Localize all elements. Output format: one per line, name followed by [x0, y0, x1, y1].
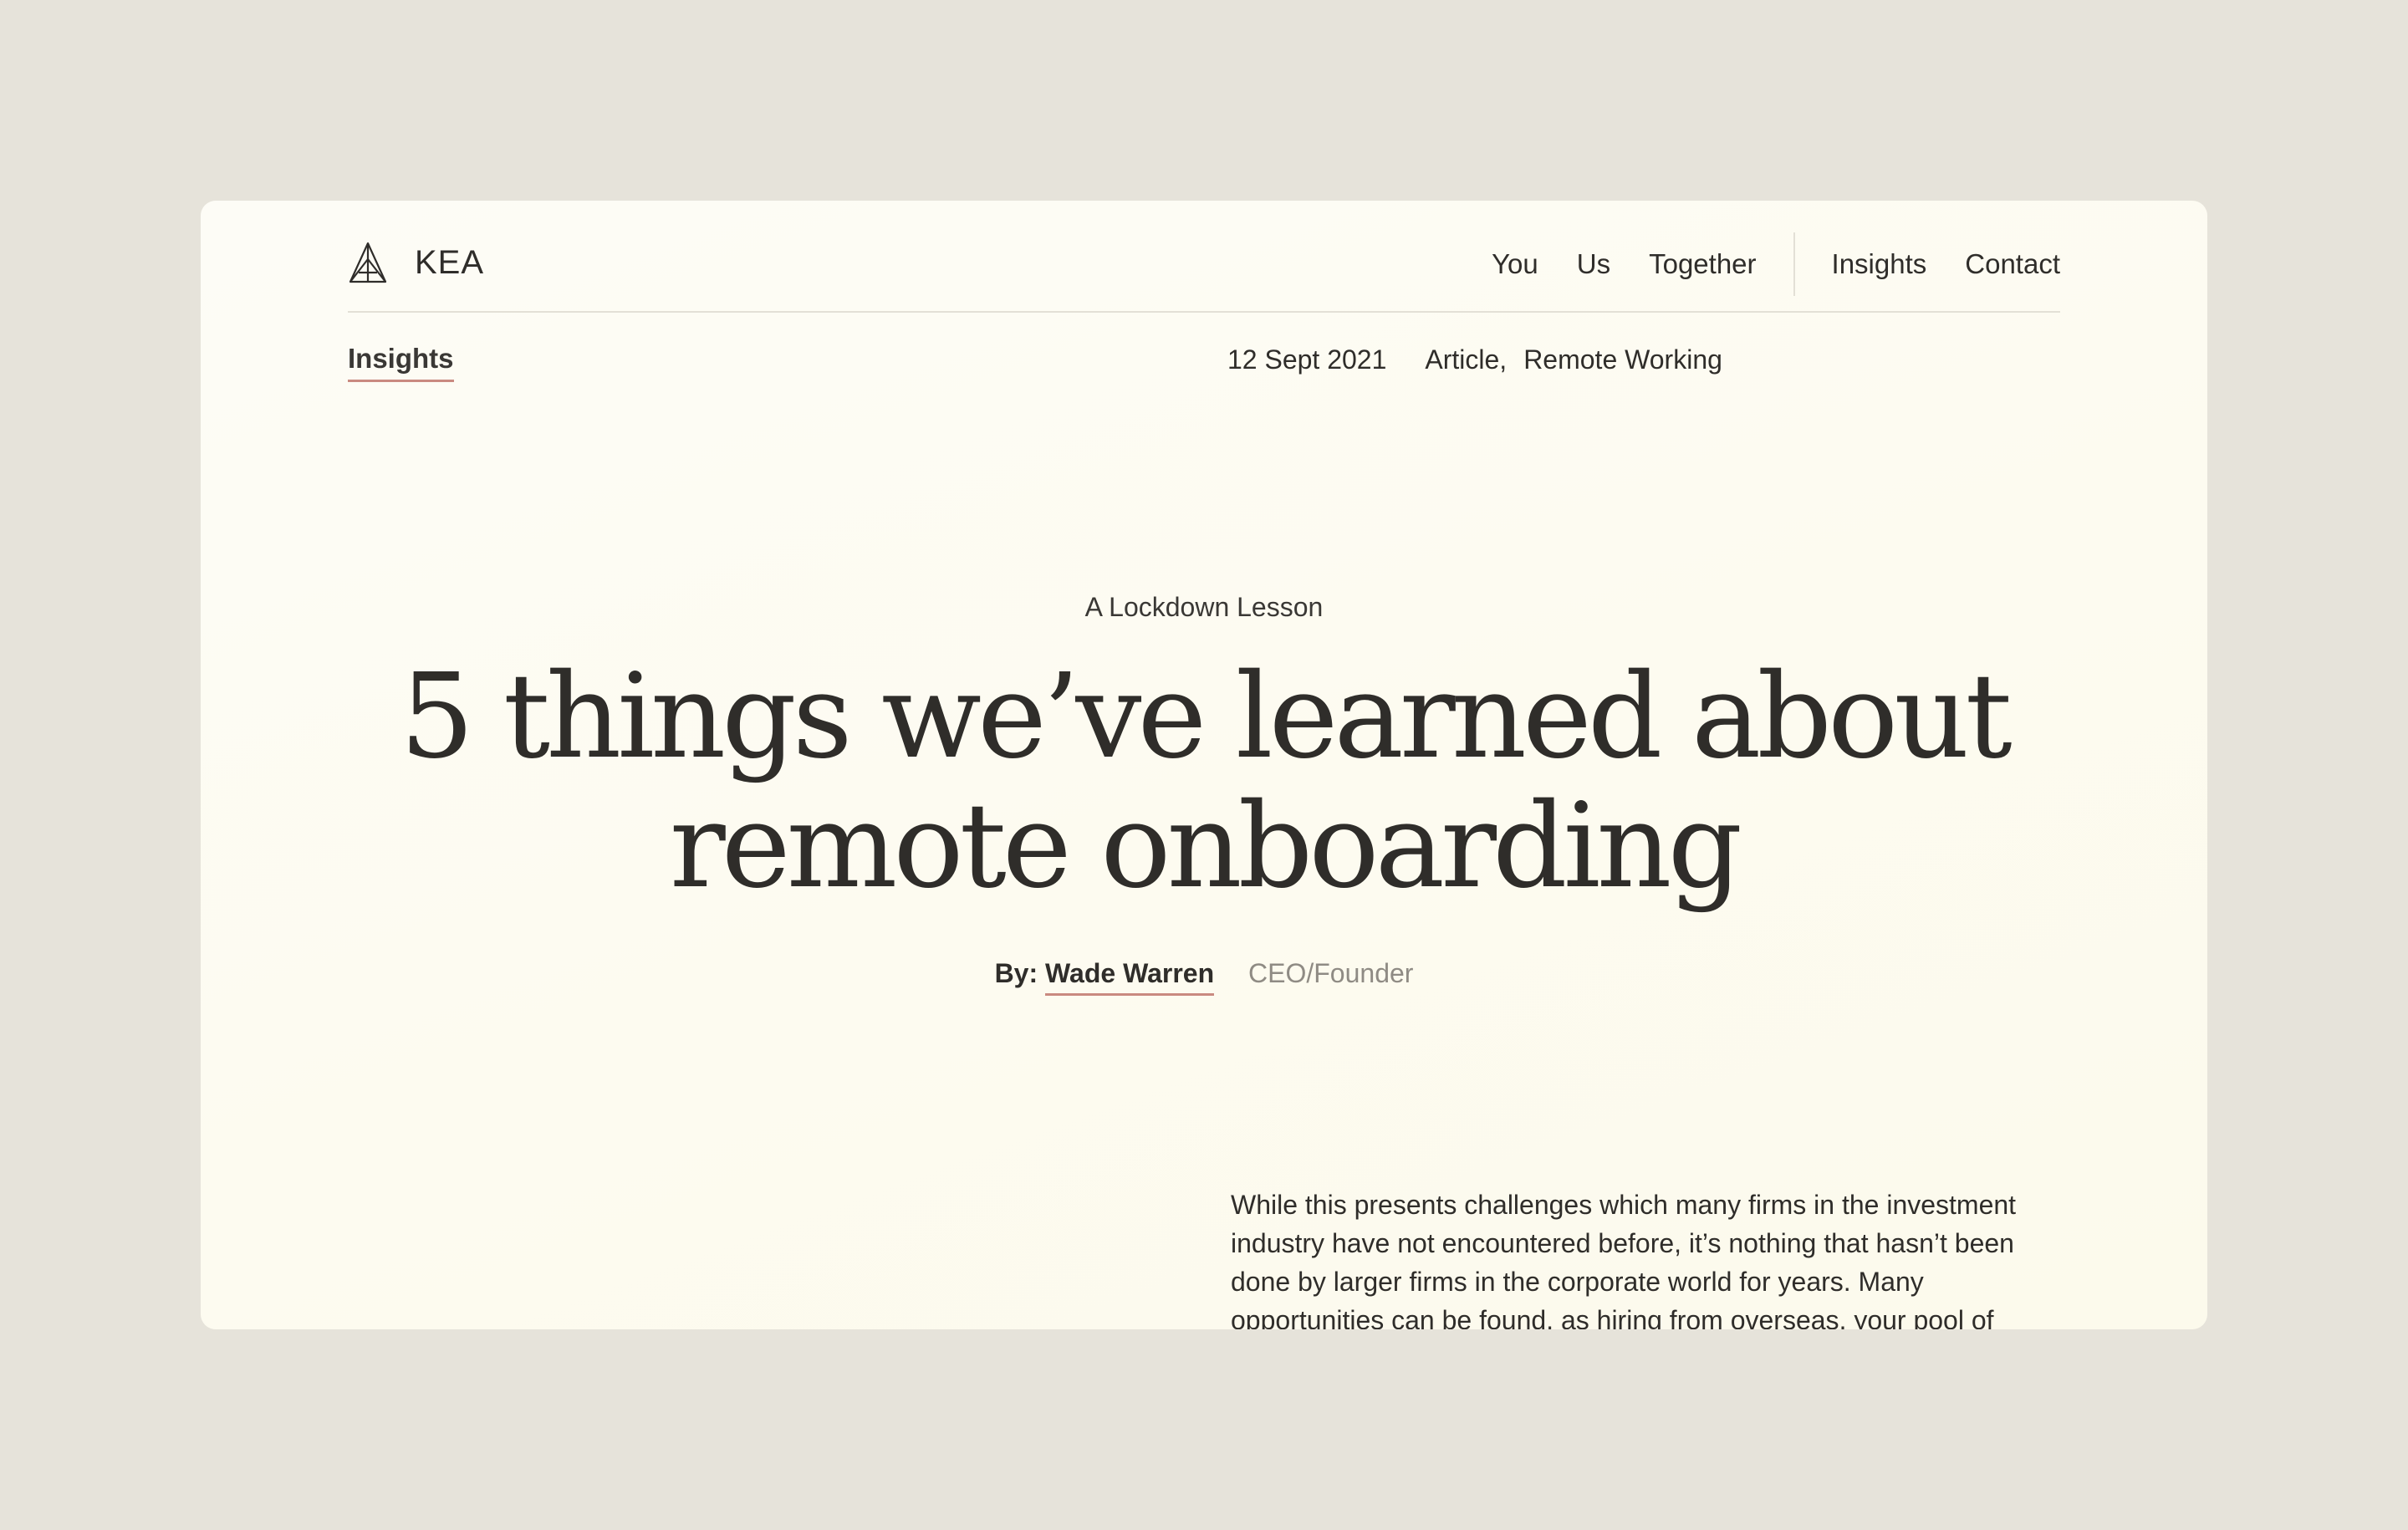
article-title: 5 things we’ve learned about remote onbo… [201, 652, 2207, 911]
brand-name: KEA [415, 243, 485, 281]
nav-link-insights[interactable]: Insights [1832, 248, 1927, 280]
nav-link-contact[interactable]: Contact [1965, 248, 2060, 280]
article-byline: By: Wade Warren CEO/Founder [201, 958, 2207, 996]
nav-divider [1793, 232, 1795, 296]
article-meta: 12 Sept 2021 Article, Remote Working [1227, 344, 1739, 375]
tag-remote-working[interactable]: Remote Working [1523, 344, 1722, 375]
brand-logo-link[interactable]: KEA [348, 237, 484, 288]
byline-prefix: By: [994, 958, 1046, 988]
browser-window: KEA You Us Together Insights Contact Ins… [201, 201, 2207, 1329]
nav-link-us[interactable]: Us [1577, 248, 1610, 280]
article-eyebrow: A Lockdown Lesson [1084, 592, 1324, 622]
article-date: 12 Sept 2021 [1227, 344, 1387, 375]
nav-link-you[interactable]: You [1492, 248, 1538, 280]
tag-article[interactable]: Article, [1425, 344, 1507, 375]
kea-pyramid-logo-icon [349, 242, 387, 283]
article-body-paragraph: While this presents challenges which man… [1231, 1190, 2017, 1329]
breadcrumb-insights[interactable]: Insights [348, 343, 454, 382]
site-header: KEA You Us Together Insights Contact [348, 201, 2060, 313]
author-role: CEO/Founder [1248, 958, 1414, 988]
author-link[interactable]: Wade Warren [1045, 958, 1215, 996]
article-title-line-1: 5 things we’ve learned about [400, 649, 2012, 785]
main-nav: You Us Together Insights Contact [1492, 232, 2060, 296]
article-title-line-2: remote onboarding [669, 778, 1742, 915]
nav-link-together[interactable]: Together [1649, 248, 1756, 280]
